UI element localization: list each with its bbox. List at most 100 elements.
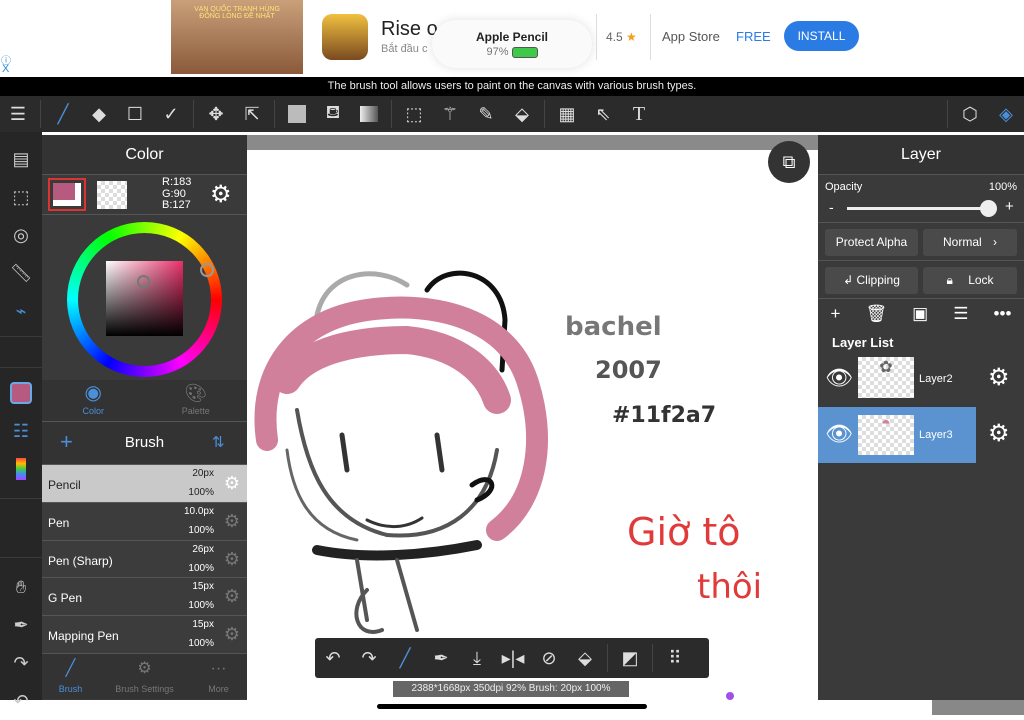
hue-picker-handle[interactable] xyxy=(200,263,214,277)
pages-icon[interactable]: ▤ xyxy=(0,140,42,178)
color-bar-icon[interactable] xyxy=(0,450,42,488)
sort-brush-icon[interactable]: ⇅ xyxy=(212,433,225,451)
layer-row-selected[interactable]: 👁︎ ◓ Layer3 ⚙ xyxy=(818,407,1024,463)
opacity-decrease-button[interactable]: - xyxy=(829,199,834,215)
visibility-eye-icon[interactable]: 👁︎ xyxy=(825,421,853,447)
tab-palette[interactable]: 🎨︎ Palette xyxy=(145,380,248,421)
brush-opacity: 100% xyxy=(188,487,214,498)
layer-settings-gear-icon[interactable]: ⚙ xyxy=(988,419,1010,448)
magic-wand-icon[interactable]: ⚚ xyxy=(432,96,468,132)
image-layer-icon[interactable]: ▣ xyxy=(912,304,928,324)
brush-settings-gear-icon[interactable]: ⚙ xyxy=(224,473,240,494)
clipping-button[interactable]: ↲ Clipping xyxy=(825,267,918,294)
brush-settings-gear-icon[interactable]: ⚙ xyxy=(224,586,240,607)
layer-list-icon[interactable]: ☷ xyxy=(0,412,42,450)
undo-icon[interactable]: ↶ xyxy=(0,682,42,720)
eyedropper-icon[interactable]: ✒ xyxy=(0,606,42,644)
left-rail: ▤ ⬚ ◎ 📏︎ ⌁ ☷ ✋︎ ✒ ↷ ↶ xyxy=(0,132,42,711)
fill-color-icon[interactable] xyxy=(279,96,315,132)
layer-menu-list-icon[interactable]: ☰ xyxy=(953,304,968,324)
opacity-increase-button[interactable]: + xyxy=(1005,198,1014,215)
drawing-canvas[interactable]: bachel 2007 #11f2a7 Giờ tô thôi ⧉ xyxy=(247,141,818,700)
brush-item[interactable]: Pen (Sharp) 26px 100% ⚙ xyxy=(42,540,247,579)
ad-banner-image[interactable]: VẠN QUỐC TRANH HÙNG ĐỒNG LÒNG ĐỀ NHẤT xyxy=(171,0,303,74)
sv-picker-handle[interactable] xyxy=(137,275,150,288)
select-pen-icon[interactable]: ✎ xyxy=(468,96,504,132)
brush-settings-gear-icon[interactable]: ⚙ xyxy=(224,511,240,532)
artwork: bachel 2007 #11f2a7 Giờ tô thôi xyxy=(254,270,762,634)
smooth-tool-icon[interactable]: ✓ xyxy=(153,96,189,132)
operation-tool-icon[interactable]: ⇖ xyxy=(585,96,621,132)
redo-icon[interactable]: ↷ xyxy=(351,640,387,676)
main-color-swatch[interactable] xyxy=(48,178,86,211)
shape-tool-icon[interactable]: ☐ xyxy=(117,96,153,132)
brush-item[interactable]: G Pen 15px 100% ⚙ xyxy=(42,578,247,617)
app-icon[interactable] xyxy=(322,14,368,60)
tab-more[interactable]: ··· More xyxy=(190,654,247,699)
gradient-tool-icon[interactable] xyxy=(351,96,387,132)
tab-brush-settings[interactable]: ⚙ Brush Settings xyxy=(99,654,190,699)
select-tool-icon[interactable]: ⬚ xyxy=(396,96,432,132)
brush-select-icon[interactable]: ╱ xyxy=(387,640,423,676)
brush-settings-gear-icon[interactable]: ⚙ xyxy=(224,549,240,570)
protect-alpha-button[interactable]: Protect Alpha xyxy=(825,229,918,256)
install-button[interactable]: INSTALL xyxy=(784,21,859,51)
hand-tool-icon[interactable]: ✋︎ xyxy=(0,568,42,606)
transform-tool-icon[interactable]: ⇱ xyxy=(234,96,270,132)
snap-icon[interactable]: ◎ xyxy=(0,216,42,254)
brush-settings-gear-icon[interactable]: ⚙ xyxy=(224,624,240,645)
menu-icon[interactable]: ☰ xyxy=(0,96,36,132)
flip-icon[interactable]: ▸|◂ xyxy=(495,640,531,676)
rotate-reset-icon[interactable]: ⊘ xyxy=(531,640,567,676)
share-icon[interactable]: ◩ xyxy=(612,640,648,676)
selection-list-icon[interactable]: ⬚ xyxy=(0,178,42,216)
add-layer-icon[interactable]: + xyxy=(831,304,841,324)
fullscreen-toggle-button[interactable]: ⧉ xyxy=(768,141,810,183)
3d-material-icon[interactable]: ⬡ xyxy=(952,96,988,132)
brush-settings-icon: ⚙ xyxy=(137,659,152,677)
move-tool-icon[interactable]: ✥ xyxy=(198,96,234,132)
ruler-icon[interactable]: 📏︎ xyxy=(0,254,42,292)
pencil-indicator-dot xyxy=(726,692,734,700)
brush-item[interactable]: Pencil 20px 100% ⚙ xyxy=(42,465,247,503)
opacity-slider[interactable] xyxy=(847,207,992,210)
frame-divider-icon[interactable]: ▦ xyxy=(549,96,585,132)
layer-row[interactable]: 👁︎ ✿ Layer2 ⚙ xyxy=(818,351,1024,407)
chevron-right-icon: › xyxy=(993,235,997,249)
clear-icon[interactable]: ⬙ xyxy=(567,640,603,676)
brush-size: 26px xyxy=(192,543,214,555)
handwriting-3: #11f2a7 xyxy=(612,403,716,428)
brush-name: Pencil xyxy=(48,478,81,492)
saturation-value-square[interactable] xyxy=(106,261,183,336)
brush-tool-icon[interactable]: ╱ xyxy=(45,96,81,132)
redo-icon[interactable]: ↷ xyxy=(0,644,42,682)
sub-color-swatch[interactable] xyxy=(97,181,127,209)
eyedropper-icon[interactable]: ✒ xyxy=(423,640,459,676)
blend-mode-button[interactable]: Normal › xyxy=(923,229,1017,256)
grid-menu-icon[interactable]: ⠿ xyxy=(657,640,693,676)
brush-opacity: 100% xyxy=(188,562,214,574)
layer-settings-gear-icon[interactable]: ⚙ xyxy=(988,363,1010,392)
tab-color[interactable]: ◉ Color xyxy=(42,380,145,421)
brush-item[interactable]: Mapping Pen 15px 100% ⚙ xyxy=(42,616,247,654)
eraser-tool-icon[interactable]: ◆ xyxy=(81,96,117,132)
delete-layer-icon[interactable]: 🗑︎ xyxy=(866,304,888,324)
bucket-tool-icon[interactable]: ⛾ xyxy=(315,96,351,132)
visibility-eye-icon[interactable]: 👁︎ xyxy=(825,365,853,391)
select-eraser-icon[interactable]: ⬙ xyxy=(504,96,540,132)
opacity-slider-thumb[interactable] xyxy=(980,200,997,217)
brush-panel-icon[interactable]: ⌁ xyxy=(0,292,42,330)
text-tool-icon[interactable]: T xyxy=(621,96,657,132)
more-icon[interactable]: ••• xyxy=(994,304,1012,324)
color-settings-gear-icon[interactable]: ⚙ xyxy=(210,180,232,209)
ad-close-button[interactable]: X xyxy=(2,63,9,75)
tool-tip-bar: The brush tool allows users to paint on … xyxy=(0,77,1024,96)
color-panel-icon[interactable] xyxy=(0,374,42,412)
tab-brush[interactable]: ╱ Brush xyxy=(42,654,99,699)
save-icon[interactable]: ⤓ xyxy=(459,640,495,676)
brush-item[interactable]: Pen 10.0px 100% ⚙ xyxy=(42,502,247,541)
layers-icon[interactable]: ◈ xyxy=(988,96,1024,132)
ad-banner[interactable]: ⓘ X VẠN QUỐC TRANH HÙNG ĐỒNG LÒNG ĐỀ NHẤ… xyxy=(0,0,1024,77)
lock-button[interactable]: 🔒︎ Lock xyxy=(923,267,1017,294)
undo-icon[interactable]: ↶ xyxy=(315,640,351,676)
